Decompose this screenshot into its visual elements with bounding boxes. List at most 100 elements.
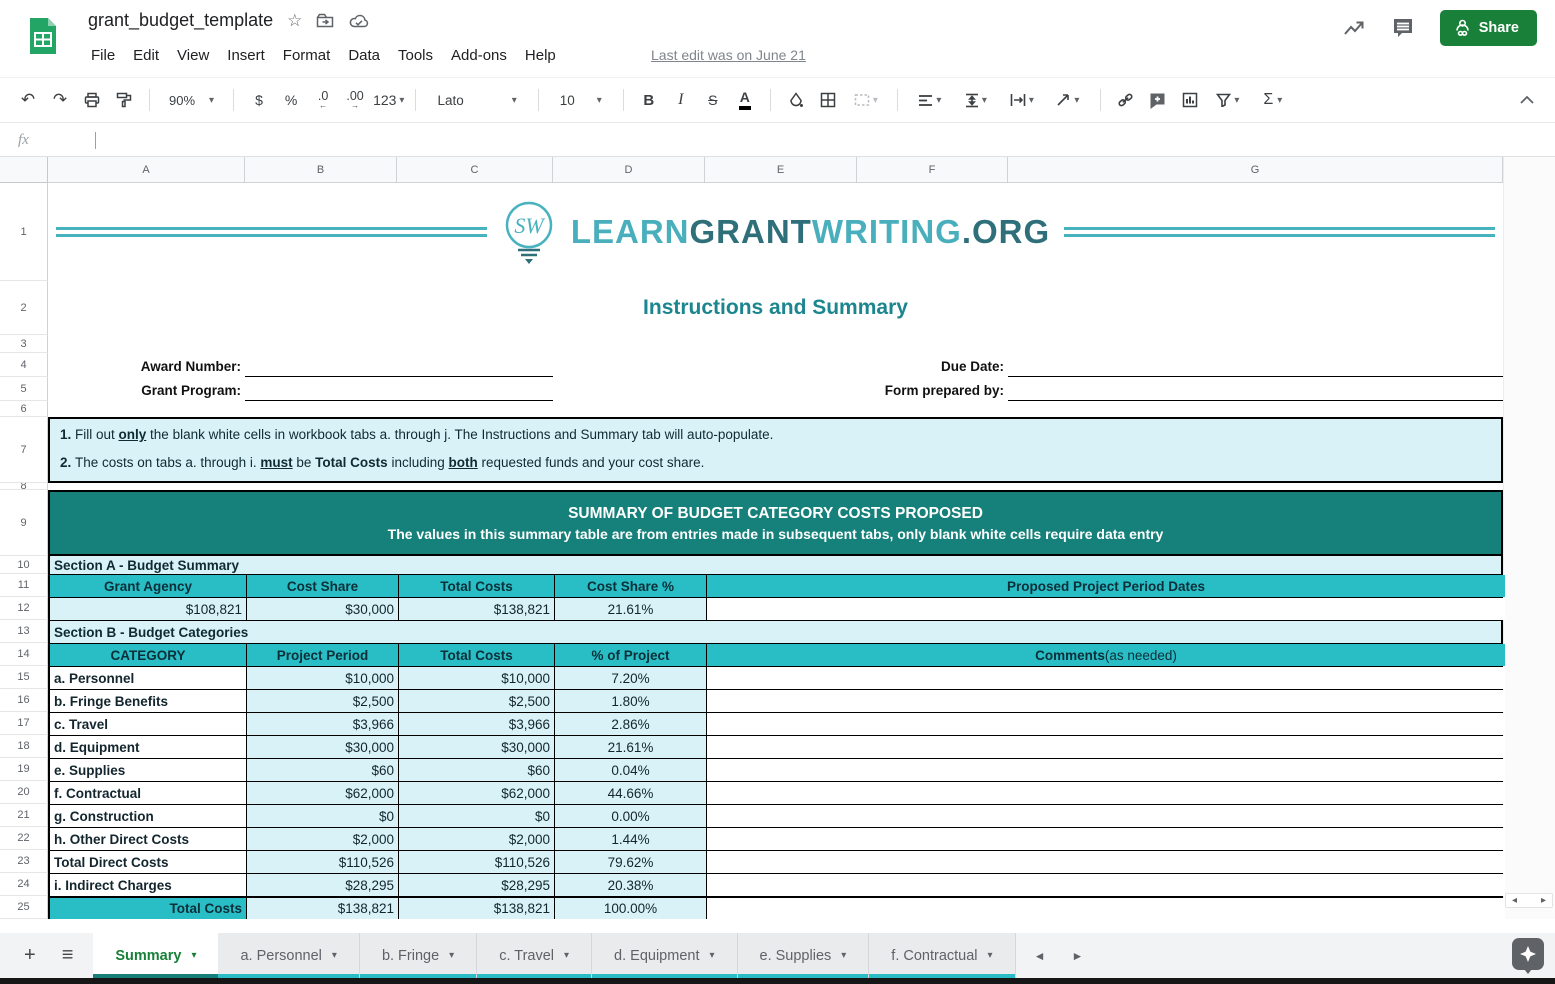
category-cell[interactable]: d. Equipment: [50, 736, 247, 758]
section-a-label[interactable]: Section A - Budget Summary: [50, 556, 1501, 574]
column-header[interactable]: E: [705, 157, 857, 183]
sheet-tab-menu-icon[interactable]: ▾: [564, 950, 569, 961]
row-header[interactable]: 5: [0, 377, 48, 401]
paint-format-button[interactable]: [110, 86, 138, 114]
project-period-cell[interactable]: $10,000: [247, 667, 399, 689]
project-period-cell[interactable]: $62,000: [247, 782, 399, 804]
percent-cell[interactable]: 0.00%: [555, 805, 707, 827]
row-header[interactable]: 7: [0, 417, 48, 483]
insert-link-button[interactable]: [1112, 86, 1140, 114]
award-number-field[interactable]: [245, 353, 553, 377]
menu-item[interactable]: Edit: [124, 44, 168, 67]
form-prepared-by-field[interactable]: [1008, 377, 1503, 401]
format-currency-button[interactable]: $: [245, 86, 273, 114]
header-cost-share-pct[interactable]: Cost Share %: [555, 575, 707, 597]
project-period-cell[interactable]: $28,295: [247, 874, 399, 896]
project-period-cell[interactable]: $3,966: [247, 713, 399, 735]
comment-cell[interactable]: [707, 851, 1505, 873]
comment-cell[interactable]: [707, 782, 1505, 804]
scroll-left-icon[interactable]: ◂: [1512, 895, 1517, 906]
total-costs-cell[interactable]: $28,295: [399, 874, 555, 896]
column-header[interactable]: A: [48, 157, 245, 183]
fill-color-button[interactable]: [782, 86, 810, 114]
section-b-label[interactable]: Section B - Budget Categories: [50, 620, 1501, 643]
category-cell[interactable]: Total Direct Costs: [50, 851, 247, 873]
category-cell[interactable]: i. Indirect Charges: [50, 874, 247, 896]
project-period-cell[interactable]: $2,000: [247, 828, 399, 850]
project-period-cell[interactable]: $60: [247, 759, 399, 781]
borders-button[interactable]: [814, 86, 842, 114]
header-cost-share[interactable]: Cost Share: [247, 575, 399, 597]
total-costs-cell[interactable]: $2,000: [399, 828, 555, 850]
row-header[interactable]: 13: [0, 620, 48, 643]
percent-cell[interactable]: 44.66%: [555, 782, 707, 804]
increase-decimal-button[interactable]: .00→: [341, 86, 369, 114]
header-comments[interactable]: Comments (as needed): [707, 644, 1505, 666]
menu-item[interactable]: Help: [516, 44, 565, 67]
percent-cell[interactable]: 2.86%: [555, 713, 707, 735]
column-header[interactable]: B: [245, 157, 397, 183]
column-header[interactable]: D: [553, 157, 705, 183]
header-project-period-dates[interactable]: Proposed Project Period Dates: [707, 575, 1505, 597]
percent-cell[interactable]: 1.44%: [555, 828, 707, 850]
grant-program-field[interactable]: [245, 377, 553, 401]
add-sheet-button[interactable]: +: [24, 944, 36, 967]
total-costs-cell[interactable]: $2,500: [399, 690, 555, 712]
row-header[interactable]: 20: [0, 781, 48, 804]
category-cell[interactable]: c. Travel: [50, 713, 247, 735]
format-percent-button[interactable]: %: [277, 86, 305, 114]
row-header[interactable]: 21: [0, 804, 48, 827]
undo-button[interactable]: ↶: [14, 86, 42, 114]
comment-cell[interactable]: [707, 667, 1505, 689]
total-costs-cell[interactable]: $0: [399, 805, 555, 827]
menu-item[interactable]: Insert: [218, 44, 274, 67]
header-pct-of-project[interactable]: % of Project: [555, 644, 707, 666]
header-total-costs[interactable]: Total Costs: [399, 575, 555, 597]
row-header[interactable]: 10: [0, 556, 48, 574]
row-header[interactable]: 17: [0, 712, 48, 735]
comment-cell[interactable]: [707, 874, 1505, 896]
redo-button[interactable]: ↷: [46, 86, 74, 114]
row-header[interactable]: 15: [0, 666, 48, 689]
percent-cell[interactable]: 1.80%: [555, 690, 707, 712]
row-header[interactable]: 24: [0, 873, 48, 896]
category-cell[interactable]: g. Construction: [50, 805, 247, 827]
comment-cell[interactable]: [707, 759, 1505, 781]
category-cell[interactable]: e. Supplies: [50, 759, 247, 781]
text-rotation-button[interactable]: ▾: [1047, 86, 1089, 114]
functions-button[interactable]: Σ▾: [1252, 86, 1294, 114]
sheet-tab[interactable]: b. Fringe ▾: [360, 933, 477, 978]
font-select[interactable]: Lato▾: [427, 93, 526, 108]
menu-item[interactable]: Data: [339, 44, 389, 67]
row-header[interactable]: 22: [0, 827, 48, 850]
cloud-saved-icon[interactable]: [349, 13, 369, 29]
sheet-tab-menu-icon[interactable]: ▾: [841, 950, 846, 961]
percent-cell[interactable]: 7.20%: [555, 667, 707, 689]
sheet-tab[interactable]: e. Supplies ▾: [738, 933, 870, 978]
insert-comment-button[interactable]: [1144, 86, 1172, 114]
category-cell[interactable]: h. Other Direct Costs: [50, 828, 247, 850]
horizontal-scrollbar[interactable]: ◂ ▸: [1505, 893, 1553, 908]
sheet-tab[interactable]: Summary ▾: [93, 933, 218, 978]
row-header[interactable]: 8: [0, 483, 48, 490]
percent-cell[interactable]: 20.38%: [555, 874, 707, 896]
row-header[interactable]: 16: [0, 689, 48, 712]
percent-cell[interactable]: 0.04%: [555, 759, 707, 781]
column-header[interactable]: F: [857, 157, 1008, 183]
project-period-cell[interactable]: $30,000: [247, 736, 399, 758]
last-edit-link[interactable]: Last edit was on June 21: [651, 47, 806, 63]
text-wrap-button[interactable]: ▾: [1001, 86, 1043, 114]
row-header[interactable]: 19: [0, 758, 48, 781]
menu-item[interactable]: View: [168, 44, 218, 67]
cost-share-pct-value[interactable]: 21.61%: [555, 598, 707, 620]
total-costs-label[interactable]: Total Costs: [50, 898, 247, 919]
total-costs-cell[interactable]: $110,526: [399, 851, 555, 873]
total-costs-cell[interactable]: $10,000: [399, 667, 555, 689]
row-header[interactable]: 4: [0, 353, 48, 377]
sheet-tab-menu-icon[interactable]: ▾: [332, 950, 337, 961]
horizontal-align-button[interactable]: ▾: [909, 86, 951, 114]
row-header[interactable]: 12: [0, 597, 48, 620]
sheet-tab-menu-icon[interactable]: ▾: [988, 950, 993, 961]
formula-bar[interactable]: fx: [0, 124, 1555, 157]
vertical-align-button[interactable]: ▾: [955, 86, 997, 114]
